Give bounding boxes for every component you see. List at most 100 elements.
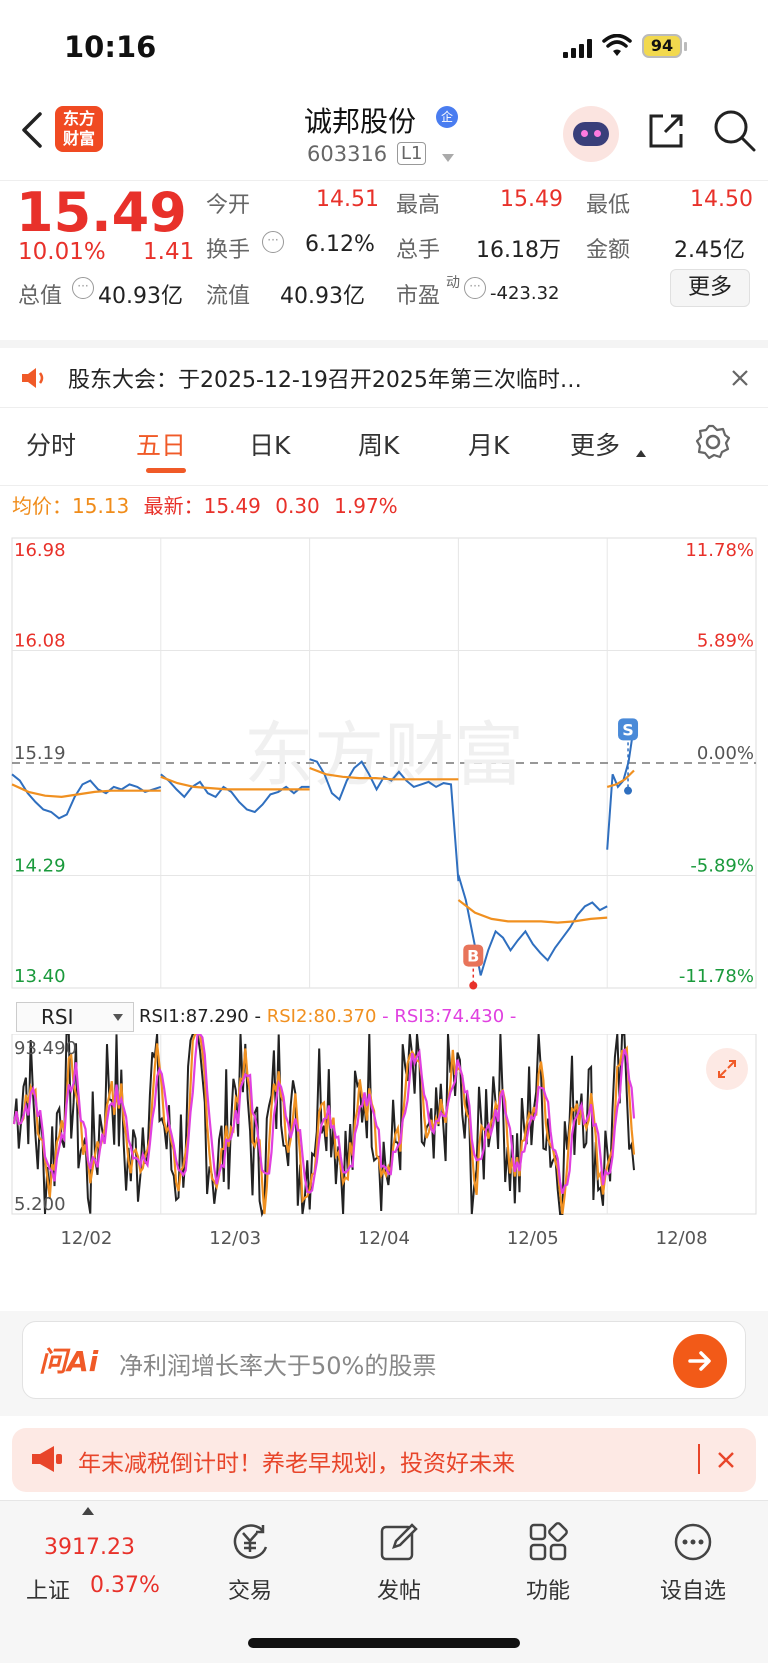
avg-label: 均价： — [12, 494, 72, 518]
expand-chart-button[interactable] — [706, 1048, 748, 1090]
tab-intraday[interactable]: 分时 — [26, 426, 76, 462]
more-button[interactable]: 更多 — [670, 269, 750, 307]
ai-input-box[interactable]: 问Ai 净利润增长率大于50%的股票 — [22, 1321, 746, 1399]
app-logo-line2: 财富 — [62, 129, 95, 148]
close-promo-icon[interactable] — [716, 1450, 736, 1470]
tab-weekly-k[interactable]: 周K — [358, 426, 399, 462]
app-logo[interactable]: 东方 财富 — [55, 106, 103, 152]
index-value: 3917.23 — [44, 1535, 135, 1560]
share-icon[interactable] — [645, 110, 687, 152]
mktcap-info-icon[interactable]: ··· — [72, 277, 94, 299]
turnover-info-icon[interactable]: ··· — [262, 231, 284, 253]
status-time: 10:16 — [64, 30, 157, 64]
ai-logo: 问Ai — [39, 1345, 99, 1378]
rsi-bottom-tick: 5.200 — [14, 1194, 66, 1215]
ai-submit-button[interactable] — [673, 1334, 727, 1388]
expand-icon — [718, 1060, 736, 1078]
volume-value: 16.18万 — [476, 238, 561, 263]
nav-trade-label: 交易 — [227, 1579, 272, 1604]
mktcap-label: 总值 — [18, 284, 63, 309]
notice-bar[interactable]: 股东大会：于2025-12-19召开2025年第三次临时… — [0, 340, 768, 408]
level-badge[interactable]: L1 — [397, 142, 427, 165]
tab-more[interactable]: 更多 — [570, 426, 620, 462]
chart-area: 均价：15.13 最新：15.49 0.30 1.97% 东方财富 B S 16.98… — [0, 486, 768, 1311]
low-label: 最低 — [586, 193, 631, 218]
nav-add-watchlist[interactable]: 设自选 — [633, 1521, 753, 1605]
promo-banner[interactable]: 年末减税倒计时！养老早规划，投资好未来 — [12, 1428, 756, 1492]
nav-trade[interactable]: 交易 — [190, 1521, 310, 1605]
close-notice-icon[interactable] — [730, 368, 750, 388]
x-axis-label: 12/05 — [507, 1228, 559, 1249]
code-dropdown-icon[interactable] — [442, 154, 454, 162]
more-caret-icon — [636, 450, 646, 457]
more-dots-icon — [674, 1523, 712, 1561]
nav-post[interactable]: 发帖 — [339, 1521, 459, 1605]
open-value: 14.51 — [316, 187, 379, 212]
rsi-dropdown-icon — [113, 1014, 123, 1021]
nav-functions-label: 功能 — [525, 1579, 570, 1604]
latest-change-pct: 1.97% — [334, 494, 398, 518]
pe-superscript: 动 — [446, 275, 460, 291]
price-chart[interactable]: 东方财富 B S 16.98 16.08 15.19 14.29 13.40 11.78% 5.8… — [0, 526, 768, 1006]
pe-value: -423.32 — [490, 283, 560, 304]
back-icon[interactable] — [18, 110, 46, 150]
y-left-tick: 16.98 — [14, 540, 66, 561]
index-expand-icon — [82, 1507, 94, 1515]
app-logo-line1: 东方 — [62, 109, 95, 128]
wifi-icon — [602, 34, 632, 56]
y-right-tick: -11.78% — [679, 966, 754, 987]
compose-icon — [380, 1523, 418, 1561]
avg-line-segment — [457, 899, 608, 924]
bottom-nav: 3917.23 上证 0.37% 交易 发帖 功能 设自选 — [0, 1500, 768, 1663]
avg-line-segment — [11, 783, 161, 799]
search-icon[interactable] — [712, 108, 756, 152]
sell-marker-label: S — [622, 720, 634, 739]
trade-yen-icon — [233, 1524, 268, 1559]
rsi-select[interactable]: RSI — [16, 1002, 134, 1032]
rsi-chart[interactable]: 93.490 5.200 12/02 12/03 12/04 12/05 12/08 — [0, 1034, 768, 1264]
enterprise-badge: 企 — [436, 106, 458, 128]
amount-label: 金额 — [586, 238, 631, 263]
promo-text: 年末减税倒计时！养老早规划，投资好未来 — [78, 1451, 515, 1477]
change-amount: 1.41 — [143, 239, 195, 265]
ai-placeholder: 净利润增长率大于50%的股票 — [119, 1352, 437, 1380]
tab-daily-k[interactable]: 日K — [249, 426, 290, 462]
nav-add-watchlist-label: 设自选 — [659, 1579, 726, 1604]
buy-marker-dot — [469, 981, 478, 990]
tab-five-day[interactable]: 五日 — [136, 426, 186, 462]
tab-monthly-k[interactable]: 月K — [468, 426, 509, 462]
robot-avatar-icon[interactable] — [563, 106, 619, 162]
stock-code: 603316 — [307, 142, 388, 166]
y-left-tick: 15.19 — [14, 743, 66, 764]
nav-functions[interactable]: 功能 — [488, 1521, 608, 1605]
chart-tabs: 分时 五日 日K 周K 月K 更多 — [0, 408, 768, 486]
status-bar: 10:16 94 — [0, 0, 768, 92]
turnover-label: 换手 — [206, 238, 251, 263]
index-name: 上证 — [26, 1579, 71, 1604]
y-right-tick: -5.89% — [690, 856, 754, 877]
settings-gear-icon[interactable] — [695, 424, 731, 460]
x-axis-label: 12/04 — [358, 1228, 410, 1249]
latest-label: 最新： — [143, 494, 204, 518]
index-widget[interactable]: 3917.23 上证 0.37% — [20, 1507, 170, 1604]
pe-info-icon[interactable]: ··· — [464, 277, 486, 299]
quote-panel: 15.49 10.01% 1.41 今开 14.51 最高 15.49 最低 1… — [0, 180, 768, 340]
rsi3-label: RSI3:74.430 — [394, 1006, 505, 1027]
stock-header: 东方 财富 诚邦股份 企 603316 L1 — [0, 92, 768, 180]
chart-info-line: 均价：15.13 最新：15.49 0.30 1.97% — [12, 490, 398, 519]
arrow-right-icon — [688, 1351, 711, 1371]
rsi-legend: RSI1:87.290 - RSI2:80.370 - RSI3:74.430 … — [139, 1006, 517, 1027]
speaker-icon — [22, 368, 44, 388]
change-pct: 10.01% — [18, 239, 106, 265]
current-price: 15.49 — [16, 181, 187, 244]
megaphone-icon — [32, 1446, 62, 1472]
y-left-tick: 13.40 — [14, 966, 66, 987]
x-axis-label: 12/02 — [60, 1228, 112, 1249]
amount-value: 2.45亿 — [674, 238, 745, 263]
low-value: 14.50 — [690, 187, 753, 212]
ai-search-bar: 问Ai 净利润增长率大于50%的股票 — [0, 1311, 768, 1416]
latest-change: 0.30 — [275, 494, 320, 518]
open-label: 今开 — [206, 193, 251, 218]
watermark-text: 东方财富 — [244, 714, 524, 796]
tab-active-indicator — [146, 468, 186, 473]
